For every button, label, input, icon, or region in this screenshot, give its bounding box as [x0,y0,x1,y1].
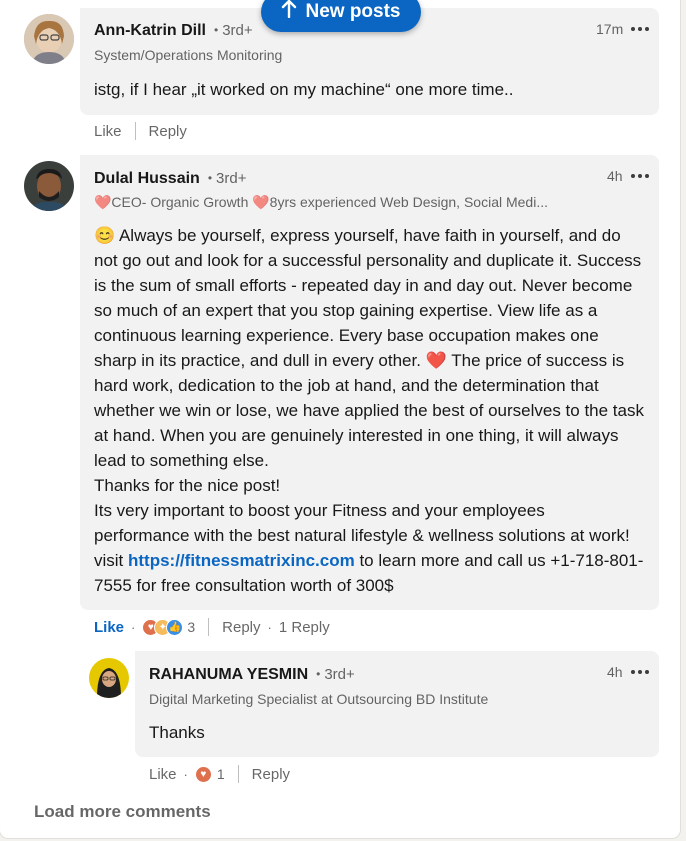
reply-button[interactable]: Reply [252,766,290,783]
avatar[interactable] [89,658,129,698]
comments-card: Ann-Katrin Dill 3rd+ System/Operations M… [0,0,680,838]
divider [134,122,136,140]
comment-actions: Like Reply [94,122,187,140]
avatar-image [24,161,74,211]
comment-text: istg, if I hear „it worked on my machine… [94,80,514,99]
comment-thanks: Thanks for the nice post! [94,476,281,495]
avatar-image [24,14,74,64]
divider [237,765,239,783]
author-name[interactable]: RAHANUMA YESMIN [149,666,308,684]
new-posts-label: New posts [305,1,401,22]
like-reaction-icon: 👍 [166,618,184,636]
reactions[interactable]: ♥ ✦ 👍 3 [142,618,196,636]
author-headline: System/Operations Monitoring [94,47,283,63]
reactions[interactable]: ♥ 1 [194,765,225,783]
like-button[interactable]: Like [94,619,124,636]
replies-count-link[interactable]: 1 Reply [279,619,330,636]
reply-actions: Like · ♥ 1 Reply [149,765,290,783]
reply-button[interactable]: Reply [222,619,260,636]
author-name[interactable]: Dulal Hussain [94,170,200,188]
author-name[interactable]: Ann-Katrin Dill [94,22,206,40]
arrow-up-icon [281,0,297,24]
author-headline: ❤️CEO- Organic Growth ❤️8yrs experienced… [94,194,548,210]
comment-meta: 4h [607,168,649,184]
comment-meta: 4h [607,664,649,680]
reply-author-row: RAHANUMA YESMIN 3rd+ [149,666,355,684]
more-options-icon[interactable] [630,174,649,178]
reaction-count: 1 [216,766,225,782]
avatar[interactable] [24,14,74,64]
page: Ann-Katrin Dill 3rd+ System/Operations M… [0,0,686,841]
comment-text: 😊 Always be yourself, express yourself, … [94,223,644,598]
more-options-icon[interactable] [630,670,649,674]
timestamp: 4h [607,664,623,680]
connection-degree: 3rd+ [316,666,354,683]
love-reaction-icon: ♥ [194,765,212,783]
separator-dot: · [131,619,136,635]
reply-button[interactable]: Reply [149,123,187,140]
connection-degree: 3rd+ [214,22,252,39]
author-headline: Digital Marketing Specialist at Outsourc… [149,691,489,707]
like-button[interactable]: Like [149,766,177,783]
more-options-icon[interactable] [631,27,650,31]
comment-author-row: Dulal Hussain 3rd+ [94,170,246,188]
divider [208,618,210,636]
separator-dot: · [267,619,272,635]
comment-body: 😊 Always be yourself, express yourself, … [94,226,644,470]
comment-link[interactable]: https://fitnessmatrixinc.com [128,551,355,570]
comment-actions: Like · ♥ ✦ 👍 3 Reply · 1 Reply [94,618,330,636]
reaction-count: 3 [187,619,196,635]
avatar-image [89,658,129,698]
timestamp: 4h [607,168,623,184]
new-posts-button[interactable]: New posts [261,0,421,32]
reply-text: Thanks [149,723,205,742]
load-more-comments-button[interactable]: Load more comments [34,802,211,822]
like-button[interactable]: Like [94,123,122,140]
avatar[interactable] [24,161,74,211]
separator-dot: · [183,766,188,782]
comment-author-row: Ann-Katrin Dill 3rd+ [94,22,253,40]
timestamp: 17m [596,21,624,37]
connection-degree: 3rd+ [208,170,246,187]
comment-meta: 17m [596,21,650,37]
